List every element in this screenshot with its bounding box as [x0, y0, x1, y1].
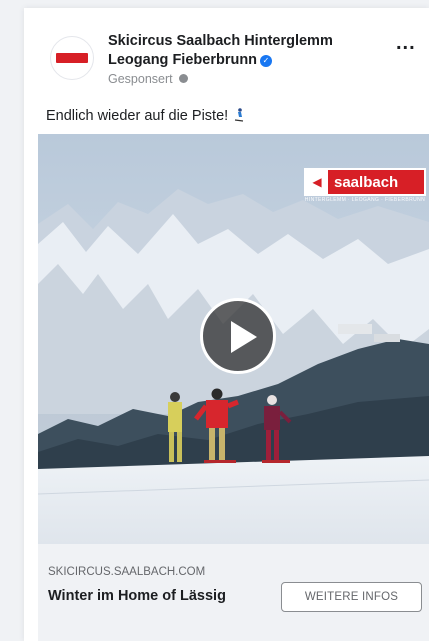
- sponsored-post-card: Skicircus Saalbach Hinterglemm Leogang F…: [24, 8, 429, 641]
- more-options-icon[interactable]: ...: [396, 33, 416, 53]
- video-player[interactable]: ◀ saalbach HINTERGLEMM · LEOGANG · FIEBE…: [38, 134, 429, 544]
- saalbach-logo: ◀ saalbach: [304, 168, 426, 196]
- skier-emoji-icon: [235, 108, 244, 122]
- link-domain: SKICIRCUS.SAALBACH.COM: [48, 566, 206, 578]
- link-headline: Winter im Home of Lässig: [48, 588, 226, 604]
- avatar-logo-strip: [56, 53, 88, 63]
- verified-badge-icon: ✓: [260, 55, 273, 67]
- post-caption-text: Endlich wieder auf die Piste!: [46, 108, 229, 124]
- learn-more-button[interactable]: WEITERE INFOS: [281, 582, 422, 612]
- sponsored-text: Gesponsert: [108, 72, 173, 86]
- page-name-link[interactable]: Skicircus Saalbach Hinterglemm Leogang F…: [108, 32, 388, 70]
- page-name-text: Skicircus Saalbach Hinterglemm Leogang F…: [108, 33, 333, 68]
- saalbach-logo-mark-icon: ◀: [306, 170, 328, 194]
- saalbach-logo-tagline: HINTERGLEMM · LEOGANG · FIEBERBRUNN: [304, 197, 426, 203]
- page-avatar[interactable]: [50, 36, 94, 80]
- play-button[interactable]: [200, 298, 276, 374]
- post-caption: Endlich wieder auf die Piste!: [46, 108, 244, 124]
- sponsored-label[interactable]: Gesponsert: [108, 72, 188, 86]
- link-preview[interactable]: SKICIRCUS.SAALBACH.COM Winter im Home of…: [38, 544, 429, 641]
- post-header: Skicircus Saalbach Hinterglemm Leogang F…: [24, 8, 429, 100]
- saalbach-logo-text: saalbach: [334, 173, 399, 191]
- globe-icon: [178, 74, 188, 83]
- play-icon: [231, 321, 257, 353]
